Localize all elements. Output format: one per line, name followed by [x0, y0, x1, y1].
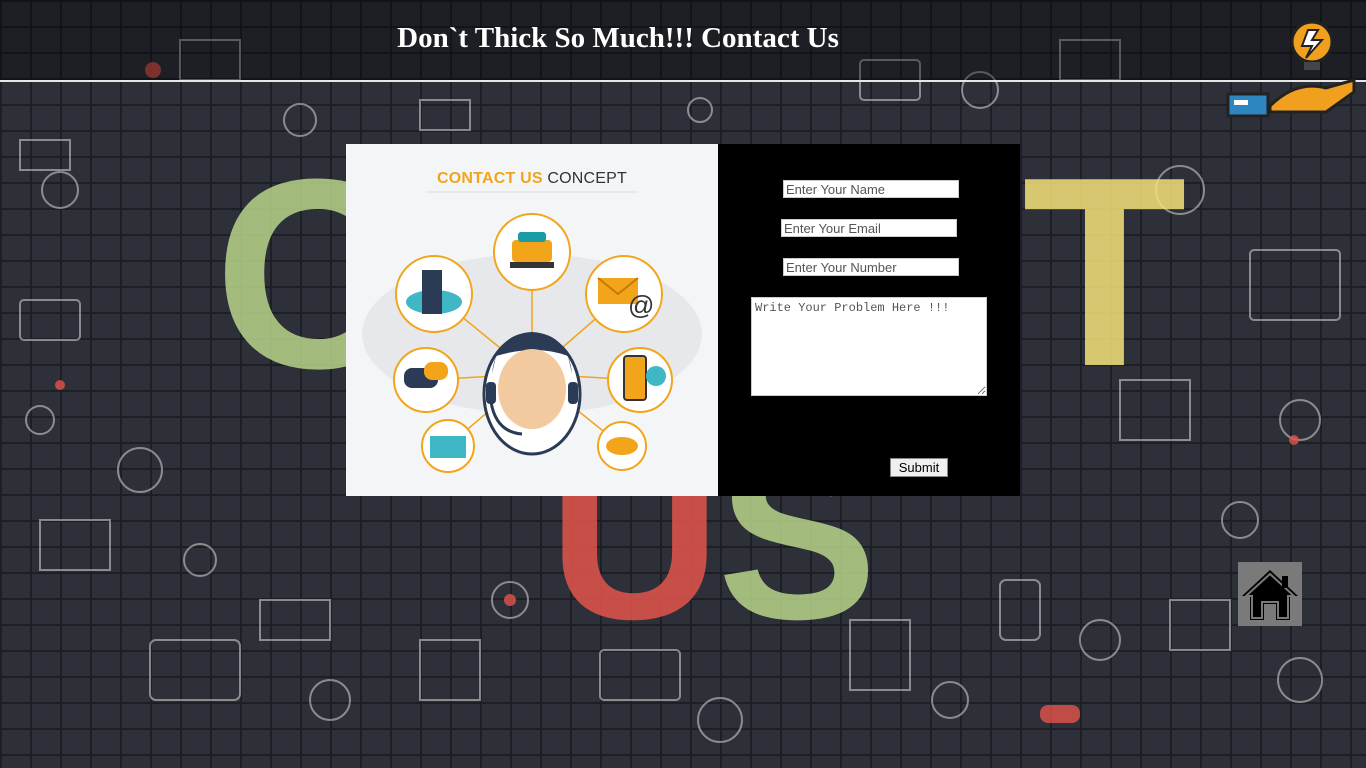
number-input[interactable] [783, 258, 959, 276]
svg-text:@: @ [628, 290, 654, 320]
home-button[interactable] [1238, 562, 1302, 626]
problem-textarea[interactable] [751, 297, 987, 396]
contact-card: CONTACT US CONCEPT @ Enter Your Name Ent… [346, 144, 1020, 496]
email-input[interactable] [781, 219, 957, 237]
wall-letter-t: T [1022, 122, 1187, 423]
submit-button[interactable]: Submit [890, 458, 948, 477]
lightbulb-hand-logo-icon[interactable] [1226, 20, 1358, 120]
page-title: Don`t Thick So Much!!! Contact Us [397, 22, 839, 54]
name-input[interactable] [783, 180, 959, 198]
header-bar: Don`t Thick So Much!!! Contact Us [0, 0, 1366, 82]
support-agent-diagram: @ [362, 191, 702, 473]
home-icon [1242, 570, 1298, 620]
contact-illustration: CONTACT US CONCEPT @ [346, 144, 718, 496]
